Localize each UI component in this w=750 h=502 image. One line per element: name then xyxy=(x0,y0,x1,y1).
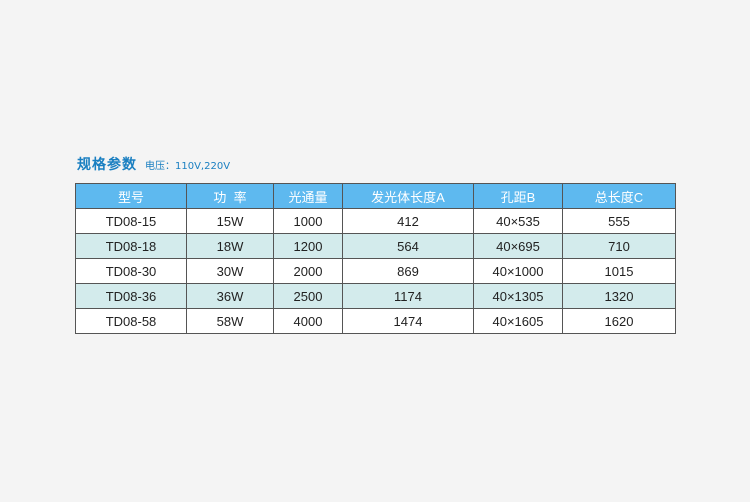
table-header-row: 型号 功 率 光通量 发光体长度A 孔距B 总长度C xyxy=(75,183,676,209)
cell-total-length-c: 1320 xyxy=(562,283,676,309)
cell-luminous-flux: 1000 xyxy=(273,208,343,234)
cell-total-length-c: 1015 xyxy=(562,258,676,284)
cell-model: TD08-18 xyxy=(75,233,187,259)
cell-power: 58W xyxy=(186,308,274,334)
cell-hole-spacing-b: 40×535 xyxy=(473,208,563,234)
spec-title: 规格参数 xyxy=(77,157,137,173)
header-hole-spacing-b: 孔距B xyxy=(473,183,563,209)
cell-hole-spacing-b: 40×1305 xyxy=(473,283,563,309)
cell-length-a: 1474 xyxy=(342,308,474,334)
cell-model: TD08-30 xyxy=(75,258,187,284)
cell-power: 18W xyxy=(186,233,274,259)
table-row: TD08-36 36W 2500 1174 40×1305 1320 xyxy=(75,283,676,309)
cell-power: 15W xyxy=(186,208,274,234)
voltage-note: 电压：110V,220V xyxy=(145,161,231,172)
header-model: 型号 xyxy=(75,183,187,209)
table-row: TD08-30 30W 2000 869 40×1000 1015 xyxy=(75,258,676,284)
cell-luminous-flux: 1200 xyxy=(273,233,343,259)
cell-total-length-c: 1620 xyxy=(562,308,676,334)
table-row: TD08-15 15W 1000 412 40×535 555 xyxy=(75,208,676,234)
header-total-length-c: 总长度C xyxy=(562,183,676,209)
cell-hole-spacing-b: 40×1000 xyxy=(473,258,563,284)
cell-length-a: 869 xyxy=(342,258,474,284)
table-row: TD08-18 18W 1200 564 40×695 710 xyxy=(75,233,676,259)
cell-power: 30W xyxy=(186,258,274,284)
cell-length-a: 564 xyxy=(342,233,474,259)
cell-length-a: 1174 xyxy=(342,283,474,309)
cell-model: TD08-36 xyxy=(75,283,187,309)
table-row: TD08-58 58W 4000 1474 40×1605 1620 xyxy=(75,308,676,334)
header-length-a: 发光体长度A xyxy=(342,183,474,209)
cell-total-length-c: 555 xyxy=(562,208,676,234)
cell-total-length-c: 710 xyxy=(562,233,676,259)
cell-luminous-flux: 4000 xyxy=(273,308,343,334)
header-power: 功 率 xyxy=(186,183,274,209)
cell-luminous-flux: 2500 xyxy=(273,283,343,309)
cell-hole-spacing-b: 40×695 xyxy=(473,233,563,259)
cell-luminous-flux: 2000 xyxy=(273,258,343,284)
cell-model: TD08-15 xyxy=(75,208,187,234)
header-luminous-flux: 光通量 xyxy=(273,183,343,209)
cell-power: 36W xyxy=(186,283,274,309)
cell-model: TD08-58 xyxy=(75,308,187,334)
cell-hole-spacing-b: 40×1605 xyxy=(473,308,563,334)
spec-caption: 规格参数 电压：110V,220V xyxy=(77,154,230,174)
spec-table: 型号 功 率 光通量 发光体长度A 孔距B 总长度C TD08-15 15W 1… xyxy=(75,183,676,334)
cell-length-a: 412 xyxy=(342,208,474,234)
